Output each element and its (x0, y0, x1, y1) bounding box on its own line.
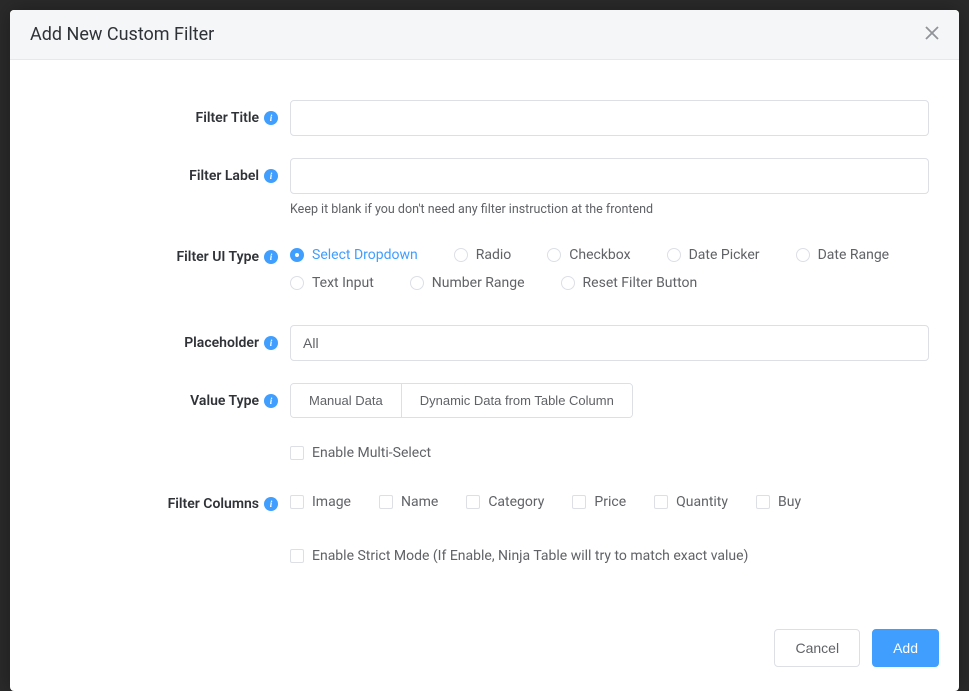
info-icon[interactable]: i (264, 497, 278, 511)
radio-circle-icon (796, 248, 810, 262)
checkbox-box-icon (290, 495, 304, 509)
filter-label-hint: Keep it blank if you don't need any filt… (290, 202, 929, 217)
radio-circle-icon (667, 248, 681, 262)
info-icon[interactable]: i (264, 250, 278, 264)
row-multi-select: Enable Multi-Select (40, 441, 929, 464)
filter-column-checkbox[interactable]: Quantity (654, 494, 728, 510)
radio-circle-icon (454, 248, 468, 262)
checkbox-box-icon (466, 495, 480, 509)
label-filter-label: Filter Label i (40, 158, 290, 217)
ui-type-radio[interactable]: Date Range (796, 247, 890, 263)
modal-header: Add New Custom Filter (10, 10, 959, 60)
checkbox-box-icon (290, 549, 304, 563)
cancel-button[interactable]: Cancel (774, 629, 860, 667)
ui-type-radio[interactable]: Select Dropdown (290, 247, 418, 263)
label-filter-title: Filter Title i (40, 100, 290, 136)
label-placeholder: Placeholder i (40, 325, 290, 361)
modal-footer: Cancel Add (10, 615, 959, 691)
close-button[interactable] (925, 26, 939, 44)
checkbox-box-icon (379, 495, 393, 509)
multi-select-checkbox[interactable]: Enable Multi-Select (290, 445, 431, 461)
radio-circle-icon (290, 276, 304, 290)
checkbox-box-icon (572, 495, 586, 509)
info-icon[interactable]: i (264, 169, 278, 183)
ui-type-radio[interactable]: Checkbox (547, 247, 630, 263)
filter-label-input[interactable] (290, 158, 929, 194)
info-icon[interactable]: i (264, 336, 278, 350)
filter-column-checkbox[interactable]: Name (379, 494, 438, 510)
add-button[interactable]: Add (872, 629, 939, 667)
placeholder-input[interactable] (290, 325, 929, 361)
filter-column-checkbox[interactable]: Price (572, 494, 626, 510)
ui-type-radio-group: Select Dropdown Radio Checkbox Date Picker D… (290, 239, 929, 303)
filter-column-checkbox[interactable]: Category (466, 494, 544, 510)
filter-column-checkbox[interactable]: Image (290, 494, 351, 510)
label-ui-type: Filter UI Type i (40, 239, 290, 303)
ui-type-radio[interactable]: Date Picker (667, 247, 760, 263)
label-filter-columns: Filter Columns i (40, 486, 290, 522)
radio-circle-icon (410, 276, 424, 290)
row-placeholder: Placeholder i (40, 325, 929, 361)
filter-columns-group: Image Name Category Price Quantity Buy (290, 486, 929, 522)
ui-type-radio[interactable]: Number Range (410, 275, 525, 291)
filter-column-checkbox[interactable]: Buy (756, 494, 801, 510)
ui-type-radio[interactable]: Text Input (290, 275, 374, 291)
modal-title: Add New Custom Filter (30, 24, 214, 45)
radio-circle-icon (547, 248, 561, 262)
ui-type-radio[interactable]: Radio (454, 247, 512, 263)
row-filter-label: Filter Label i Keep it blank if you don'… (40, 158, 929, 217)
info-icon[interactable]: i (264, 394, 278, 408)
strict-mode-checkbox[interactable]: Enable Strict Mode (If Enable, Ninja Tab… (290, 548, 748, 564)
checkbox-box-icon (654, 495, 668, 509)
row-filter-columns: Filter Columns i Image Name Category Price Q… (40, 486, 929, 522)
checkbox-box-icon (290, 446, 304, 460)
value-type-option[interactable]: Dynamic Data from Table Column (402, 384, 632, 417)
label-value-type: Value Type i (40, 383, 290, 419)
info-icon[interactable]: i (264, 111, 278, 125)
modal-body: Filter Title i Filter Label i Keep it bl… (10, 60, 959, 615)
radio-circle-icon (561, 276, 575, 290)
value-type-option[interactable]: Manual Data (291, 384, 402, 417)
checkbox-box-icon (756, 495, 770, 509)
filter-title-input[interactable] (290, 100, 929, 136)
value-type-button-group: Manual DataDynamic Data from Table Colum… (290, 383, 633, 418)
row-strict-mode: Enable Strict Mode (If Enable, Ninja Tab… (40, 544, 929, 567)
row-ui-type: Filter UI Type i Select Dropdown Radio Che… (40, 239, 929, 303)
close-icon (925, 26, 939, 40)
add-custom-filter-modal: Add New Custom Filter Filter Title i Fil… (10, 10, 959, 691)
ui-type-radio[interactable]: Reset Filter Button (561, 275, 698, 291)
radio-circle-icon (290, 248, 304, 262)
row-filter-title: Filter Title i (40, 100, 929, 136)
row-value-type: Value Type i Manual DataDynamic Data fro… (40, 383, 929, 419)
